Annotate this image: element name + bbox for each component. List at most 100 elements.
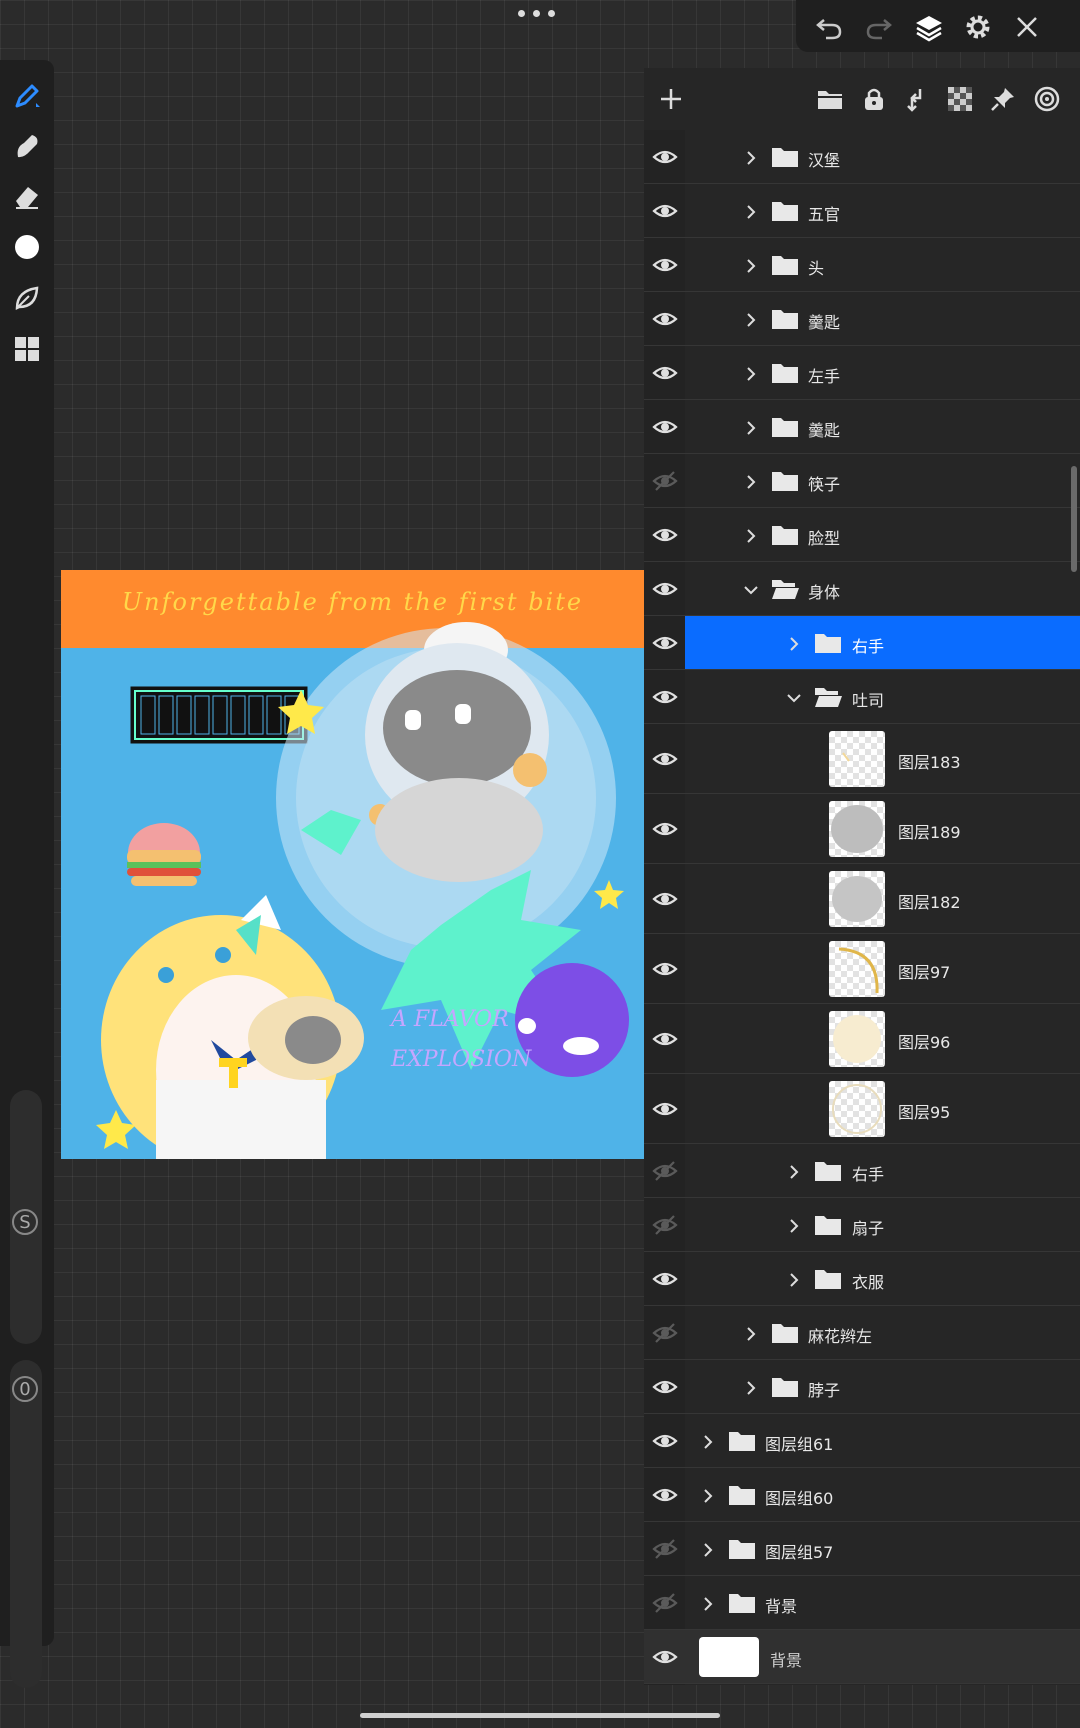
- redo-icon[interactable]: [860, 8, 898, 46]
- lock-icon[interactable]: [857, 82, 891, 116]
- checkerboard-icon[interactable]: [943, 82, 977, 116]
- pin-icon[interactable]: [986, 82, 1020, 116]
- chevron-right-icon[interactable]: [701, 1488, 715, 1503]
- layer-group-row[interactable]: 五官: [644, 184, 1080, 238]
- folder-icon[interactable]: [813, 82, 847, 116]
- eye-icon[interactable]: [652, 198, 678, 224]
- eye-icon[interactable]: [652, 746, 678, 772]
- eye-icon[interactable]: [652, 1026, 678, 1052]
- chevron-right-icon[interactable]: [744, 528, 758, 543]
- layers-icon[interactable]: [910, 8, 948, 46]
- layer-row[interactable]: 图层182: [644, 864, 1080, 934]
- layer-row[interactable]: 图层97: [644, 934, 1080, 1004]
- gallery-icon[interactable]: [9, 331, 45, 367]
- folder-icon: [814, 632, 842, 654]
- layer-group-row[interactable]: 图层组57: [644, 1522, 1080, 1576]
- layer-thumbnail: [829, 1081, 885, 1137]
- layer-row[interactable]: 图层95: [644, 1074, 1080, 1144]
- chevron-right-icon[interactable]: [744, 1380, 758, 1395]
- eye-icon[interactable]: [652, 306, 678, 332]
- layer-group-row[interactable]: 羹匙: [644, 400, 1080, 454]
- target-icon[interactable]: [1030, 82, 1064, 116]
- layer-group-row[interactable]: 筷子: [644, 454, 1080, 508]
- chevron-right-icon[interactable]: [787, 1164, 801, 1179]
- layer-group-row[interactable]: 脸型: [644, 508, 1080, 562]
- eraser-icon[interactable]: [9, 178, 45, 214]
- chevron-right-icon[interactable]: [744, 204, 758, 219]
- eye-off-icon[interactable]: [652, 1158, 678, 1184]
- layer-group-row[interactable]: 脖子: [644, 1360, 1080, 1414]
- eye-icon[interactable]: [652, 1096, 678, 1122]
- layer-group-row[interactable]: 图层组60: [644, 1468, 1080, 1522]
- eye-icon[interactable]: [652, 1482, 678, 1508]
- eye-icon[interactable]: [652, 1374, 678, 1400]
- chevron-right-icon[interactable]: [744, 312, 758, 327]
- layer-row[interactable]: 图层189: [644, 794, 1080, 864]
- layers-scroll-indicator[interactable]: [1071, 466, 1077, 572]
- layer-group-row[interactable]: 右手: [644, 616, 1080, 670]
- eye-off-icon[interactable]: [652, 468, 678, 494]
- eye-icon[interactable]: [652, 1266, 678, 1292]
- background-color-swatch[interactable]: [699, 1637, 759, 1677]
- layer-group-row[interactable]: 头: [644, 238, 1080, 292]
- close-icon[interactable]: [1008, 8, 1046, 46]
- brush-icon[interactable]: [9, 78, 45, 114]
- chevron-right-icon[interactable]: [744, 420, 758, 435]
- chevron-down-icon[interactable]: [787, 690, 801, 704]
- chevron-right-icon[interactable]: [701, 1434, 715, 1449]
- artwork-canvas[interactable]: Unforgettable from the first bite A FLAV…: [61, 570, 644, 1159]
- layer-row[interactable]: 图层96: [644, 1004, 1080, 1074]
- add-icon[interactable]: [654, 82, 688, 116]
- chevron-right-icon[interactable]: [701, 1596, 715, 1611]
- layer-group-row[interactable]: 身体: [644, 562, 1080, 616]
- smudge-icon[interactable]: [9, 128, 45, 164]
- undo-icon[interactable]: [810, 8, 848, 46]
- layer-group-row[interactable]: 左手: [644, 346, 1080, 400]
- eye-icon[interactable]: [652, 886, 678, 912]
- eye-off-icon[interactable]: [652, 1536, 678, 1562]
- leaf-icon[interactable]: [9, 280, 45, 316]
- chevron-right-icon[interactable]: [744, 150, 758, 165]
- layer-group-row[interactable]: 羹匙: [644, 292, 1080, 346]
- layer-group-row[interactable]: 汉堡: [644, 130, 1080, 184]
- more-options-button[interactable]: [518, 10, 555, 17]
- eye-off-icon[interactable]: [652, 1320, 678, 1346]
- layer-group-row[interactable]: 麻花辫左: [644, 1306, 1080, 1360]
- eye-icon[interactable]: [652, 522, 678, 548]
- layer-group-row[interactable]: 吐司: [644, 670, 1080, 724]
- layer-group-row[interactable]: 背景: [644, 1576, 1080, 1630]
- eye-icon[interactable]: [652, 144, 678, 170]
- layer-group-row[interactable]: 扇子: [644, 1198, 1080, 1252]
- eye-icon[interactable]: [652, 576, 678, 602]
- chevron-right-icon[interactable]: [744, 366, 758, 381]
- eye-icon[interactable]: [652, 252, 678, 278]
- layer-row[interactable]: 图层183: [644, 724, 1080, 794]
- background-layer-row[interactable]: 背景: [644, 1630, 1080, 1684]
- layer-group-row[interactable]: 衣服: [644, 1252, 1080, 1306]
- eye-icon[interactable]: [652, 816, 678, 842]
- color-dot[interactable]: [9, 229, 45, 265]
- chevron-down-icon[interactable]: [744, 582, 758, 596]
- chevron-right-icon[interactable]: [787, 1218, 801, 1233]
- eye-icon[interactable]: [652, 1428, 678, 1454]
- eye-icon[interactable]: [652, 1644, 678, 1670]
- layer-group-row[interactable]: 右手: [644, 1144, 1080, 1198]
- chevron-right-icon[interactable]: [701, 1542, 715, 1557]
- layer-group-row[interactable]: 图层组61: [644, 1414, 1080, 1468]
- settings-icon[interactable]: [959, 8, 997, 46]
- merge-down-icon[interactable]: [900, 82, 934, 116]
- eye-icon[interactable]: [652, 956, 678, 982]
- eye-icon[interactable]: [652, 360, 678, 386]
- chevron-right-icon[interactable]: [744, 1326, 758, 1341]
- chevron-right-icon[interactable]: [744, 474, 758, 489]
- chevron-right-icon[interactable]: [744, 258, 758, 273]
- home-indicator[interactable]: [360, 1713, 720, 1718]
- eye-off-icon[interactable]: [652, 1212, 678, 1238]
- eye-icon[interactable]: [652, 630, 678, 656]
- eye-icon[interactable]: [652, 684, 678, 710]
- chevron-right-icon[interactable]: [787, 636, 801, 651]
- opacity-slider[interactable]: [10, 1360, 42, 1688]
- eye-icon[interactable]: [652, 414, 678, 440]
- eye-off-icon[interactable]: [652, 1590, 678, 1616]
- chevron-right-icon[interactable]: [787, 1272, 801, 1287]
